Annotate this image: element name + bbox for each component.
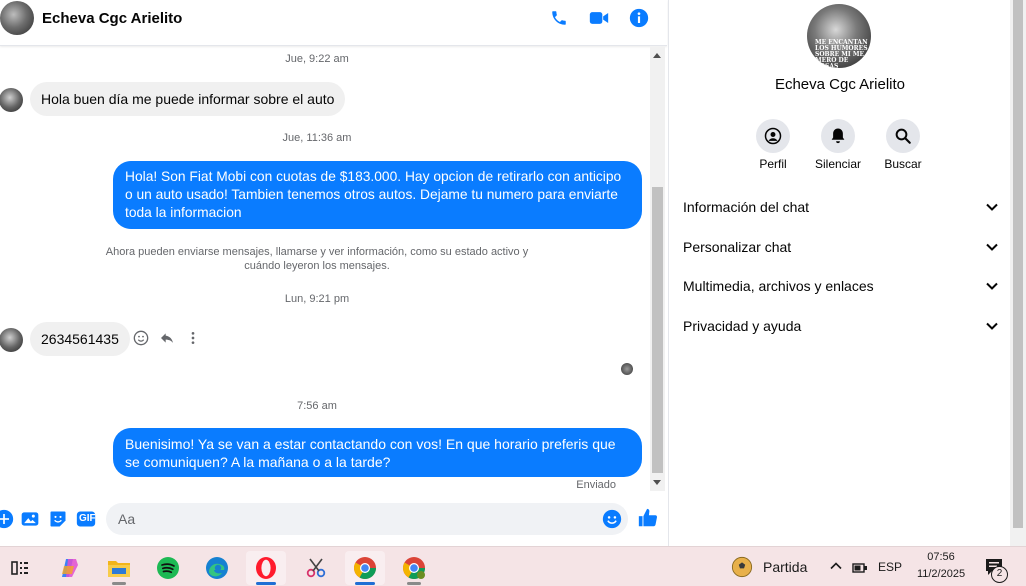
clock-time[interactable]: 07:56 [912, 551, 970, 563]
section-chat-info[interactable]: Información del chat [683, 195, 999, 219]
composer-bar: GIF [0, 500, 667, 540]
timestamp: 7:56 am [297, 400, 337, 412]
opera-browser-icon[interactable] [246, 551, 286, 585]
outgoing-message[interactable]: Buenisimo! Ya se van a estar contactando… [113, 428, 642, 477]
page-scrollbar[interactable] [1010, 0, 1026, 546]
running-indicator [112, 582, 126, 585]
search-icon[interactable] [886, 119, 920, 153]
sender-avatar[interactable] [0, 328, 23, 352]
gif-label: GIF [79, 513, 96, 524]
profile-label: Perfil [759, 157, 787, 171]
scroll-up-arrow[interactable] [653, 53, 661, 58]
chat-panel: Echeva Cgc Arielito Jue, 9:22 am Hola bu… [0, 0, 667, 546]
outgoing-message[interactable]: Hola! Son Fiat Mobi con cuotas de $183.0… [113, 161, 642, 229]
chat-info-panel: ME ENCANTAN LOS HUMORES SOBRE MI ME MERO… [668, 0, 1010, 546]
clock-date[interactable]: 11/2/2025 [912, 568, 970, 580]
timestamp: Jue, 11:36 am [282, 132, 352, 144]
mute-action[interactable]: Silenciar [808, 119, 868, 171]
like-icon[interactable] [637, 507, 659, 529]
section-privacy-help[interactable]: Privacidad y ayuda [683, 314, 999, 338]
chevron-down-icon [985, 240, 999, 254]
timestamp: Jue, 9:22 am [285, 53, 349, 65]
scroll-down-arrow[interactable] [653, 480, 661, 485]
weather-widget-label[interactable]: Partida [763, 559, 807, 575]
spotify-icon[interactable] [148, 551, 188, 585]
read-receipt-avatar [621, 363, 633, 375]
avatar-caption: ME ENCANTAN LOS HUMORES SOBRE MI ME MERO… [815, 39, 868, 69]
message-actions [132, 329, 202, 347]
section-customize-chat[interactable]: Personalizar chat [683, 235, 999, 259]
react-emoji-icon[interactable] [132, 329, 150, 347]
search-label: Buscar [884, 157, 922, 171]
video-call-icon[interactable] [589, 8, 609, 28]
profile-icon[interactable] [756, 119, 790, 153]
chrome-profile-icon[interactable] [394, 551, 434, 585]
profile-name: Echeva Cgc Arielito [774, 76, 906, 93]
search-action[interactable]: Buscar [873, 119, 933, 171]
windows-taskbar: Partida ESP 07:56 11/2/2025 2 [0, 546, 1026, 586]
section-label: Privacidad y ayuda [683, 318, 802, 334]
profile-avatar[interactable]: ME ENCANTAN LOS HUMORES SOBRE MI ME MERO… [807, 4, 871, 68]
language-indicator[interactable]: ESP [878, 560, 902, 574]
incoming-message[interactable]: Hola buen día me puede informar sobre el… [30, 82, 346, 116]
chevron-up-icon[interactable] [829, 559, 843, 573]
phone-icon[interactable] [549, 8, 569, 28]
file-explorer-icon[interactable] [99, 551, 139, 585]
scroll-thumb[interactable] [652, 187, 663, 473]
chevron-down-icon [985, 319, 999, 333]
copilot-app-icon[interactable] [50, 551, 90, 585]
sender-avatar[interactable] [0, 88, 23, 112]
emoji-icon[interactable] [602, 509, 622, 529]
running-indicator [355, 582, 375, 585]
section-label: Multimedia, archivos y enlaces [683, 278, 874, 294]
incoming-message[interactable]: 2634561435 [30, 322, 130, 356]
running-indicator [256, 582, 276, 585]
network-icon[interactable] [851, 559, 869, 575]
add-icon[interactable] [0, 509, 14, 529]
messenger-window: Echeva Cgc Arielito Jue, 9:22 am Hola bu… [0, 0, 1026, 546]
edge-browser-icon[interactable] [197, 551, 237, 585]
chrome-browser-icon[interactable] [345, 551, 385, 585]
info-icon[interactable] [629, 8, 649, 28]
chat-header: Echeva Cgc Arielito [0, 0, 667, 46]
more-options-icon[interactable] [184, 329, 202, 347]
privacy-notice: Ahora pueden enviarse mensajes, llamarse… [105, 246, 529, 272]
mute-label: Silenciar [814, 157, 862, 171]
section-media-files[interactable]: Multimedia, archivos y enlaces [683, 274, 999, 298]
sent-status: Enviado [576, 479, 616, 491]
section-label: Personalizar chat [683, 239, 792, 255]
sticker-icon[interactable] [48, 509, 68, 529]
chevron-down-icon [985, 279, 999, 293]
gif-icon[interactable]: GIF [76, 509, 96, 529]
soccer-ball-icon[interactable] [731, 556, 753, 578]
contact-avatar[interactable] [0, 1, 34, 35]
reply-icon[interactable] [158, 329, 176, 347]
task-view-button[interactable] [0, 551, 40, 585]
profile-action[interactable]: Perfil [743, 119, 803, 171]
notification-badge: 2 [991, 566, 1008, 583]
message-list[interactable]: Jue, 9:22 am Hola buen día me puede info… [0, 47, 650, 494]
running-indicator [407, 582, 421, 585]
page-scroll-thumb[interactable] [1013, 0, 1023, 528]
chevron-down-icon [985, 200, 999, 214]
message-input[interactable] [106, 503, 628, 535]
timestamp: Lun, 9:21 pm [284, 293, 350, 305]
message-scrollbar[interactable] [650, 47, 665, 491]
bell-icon[interactable] [821, 119, 855, 153]
section-label: Información del chat [683, 199, 810, 215]
snipping-tool-icon[interactable] [296, 551, 336, 585]
image-icon[interactable] [20, 509, 40, 529]
contact-name[interactable]: Echeva Cgc Arielito [42, 10, 182, 27]
